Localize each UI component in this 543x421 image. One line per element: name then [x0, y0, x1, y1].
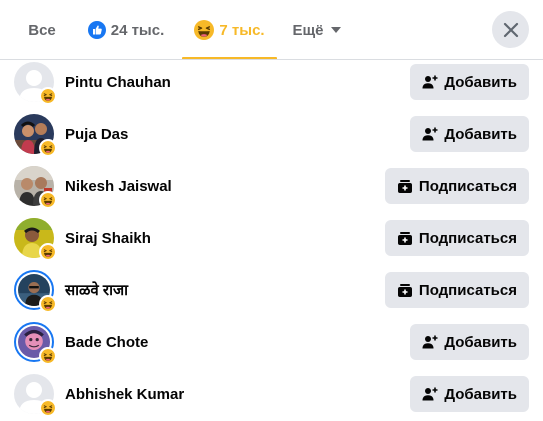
- add-friend-label: Добавить: [444, 125, 517, 143]
- person-name[interactable]: साळवे राजा: [65, 264, 128, 316]
- add-friend-label: Добавить: [444, 73, 517, 91]
- person-name[interactable]: Abhishek Kumar: [65, 368, 184, 420]
- add-friend-icon: [422, 386, 438, 402]
- avatar-container[interactable]: [14, 218, 57, 261]
- follow-icon: [397, 282, 413, 298]
- person-name[interactable]: Siraj Shaikh: [65, 212, 151, 264]
- follow-button[interactable]: Подписаться: [384, 168, 529, 204]
- person-name[interactable]: Puja Das: [65, 108, 128, 160]
- follow-button[interactable]: Подписаться: [384, 220, 529, 256]
- avatar-container[interactable]: [14, 114, 57, 157]
- add-friend-icon: [422, 334, 438, 350]
- close-icon: [503, 22, 519, 38]
- haha-reaction-icon: [39, 399, 57, 417]
- list-item: Abhishek Kumar Добавить: [0, 368, 543, 420]
- add-friend-icon: [422, 126, 438, 142]
- list-item: Pintu Chauhan Добавить: [0, 56, 543, 108]
- tab-all-label: Все: [28, 21, 56, 39]
- tab-all[interactable]: Все: [14, 0, 70, 60]
- haha-reaction-icon: [39, 295, 57, 313]
- list-item: साळवे राजा Подписаться: [0, 264, 543, 316]
- follow-label: Подписаться: [418, 229, 517, 247]
- tab-more[interactable]: Ещё: [282, 0, 352, 60]
- list-item: Bade Chote Добавить: [0, 316, 543, 368]
- follow-label: Подписаться: [418, 281, 517, 299]
- haha-reaction-icon: [39, 347, 57, 365]
- add-friend-label: Добавить: [444, 385, 517, 403]
- add-friend-button[interactable]: Добавить: [410, 324, 529, 360]
- haha-reaction-icon: [39, 139, 57, 157]
- tab-haha[interactable]: 7 тыс.: [182, 0, 277, 60]
- person-name[interactable]: Pintu Chauhan: [65, 56, 171, 108]
- reactions-tab-bar: Все 24 тыс. 7 тыс. Ещё: [0, 0, 543, 60]
- haha-reaction-icon: [39, 191, 57, 209]
- list-item: Siraj Shaikh Подписаться: [0, 212, 543, 264]
- tab-like[interactable]: 24 тыс.: [80, 0, 172, 60]
- avatar-container[interactable]: [14, 62, 57, 105]
- avatar-container[interactable]: [14, 166, 57, 209]
- person-name[interactable]: Bade Chote: [65, 316, 148, 368]
- follow-icon: [397, 230, 413, 246]
- follow-button[interactable]: Подписаться: [384, 272, 529, 308]
- add-friend-button[interactable]: Добавить: [410, 64, 529, 100]
- add-friend-icon: [422, 74, 438, 90]
- haha-reaction-icon: [194, 20, 215, 40]
- avatar-container[interactable]: [14, 374, 57, 417]
- follow-label: Подписаться: [418, 177, 517, 195]
- haha-reaction-icon: [39, 87, 57, 105]
- add-friend-button[interactable]: Добавить: [410, 116, 529, 152]
- list-item: Nikesh Jaiswal Подписаться: [0, 160, 543, 212]
- like-reaction-icon: [87, 21, 106, 39]
- tab-more-label: Ещё: [292, 21, 324, 39]
- close-button[interactable]: [492, 11, 529, 48]
- haha-reaction-icon: [39, 243, 57, 261]
- caret-down-icon: [330, 26, 342, 34]
- add-friend-button[interactable]: Добавить: [410, 376, 529, 412]
- reactors-list: Pintu Chauhan Добавить Puja Das Добавить…: [0, 56, 543, 420]
- avatar-container[interactable]: [14, 322, 57, 365]
- list-item: Puja Das Добавить: [0, 108, 543, 160]
- add-friend-label: Добавить: [444, 333, 517, 351]
- person-name[interactable]: Nikesh Jaiswal: [65, 160, 172, 212]
- tab-like-count: 24 тыс.: [110, 21, 165, 39]
- avatar-container[interactable]: [14, 270, 57, 313]
- tab-haha-count: 7 тыс.: [219, 21, 265, 39]
- follow-icon: [397, 178, 413, 194]
